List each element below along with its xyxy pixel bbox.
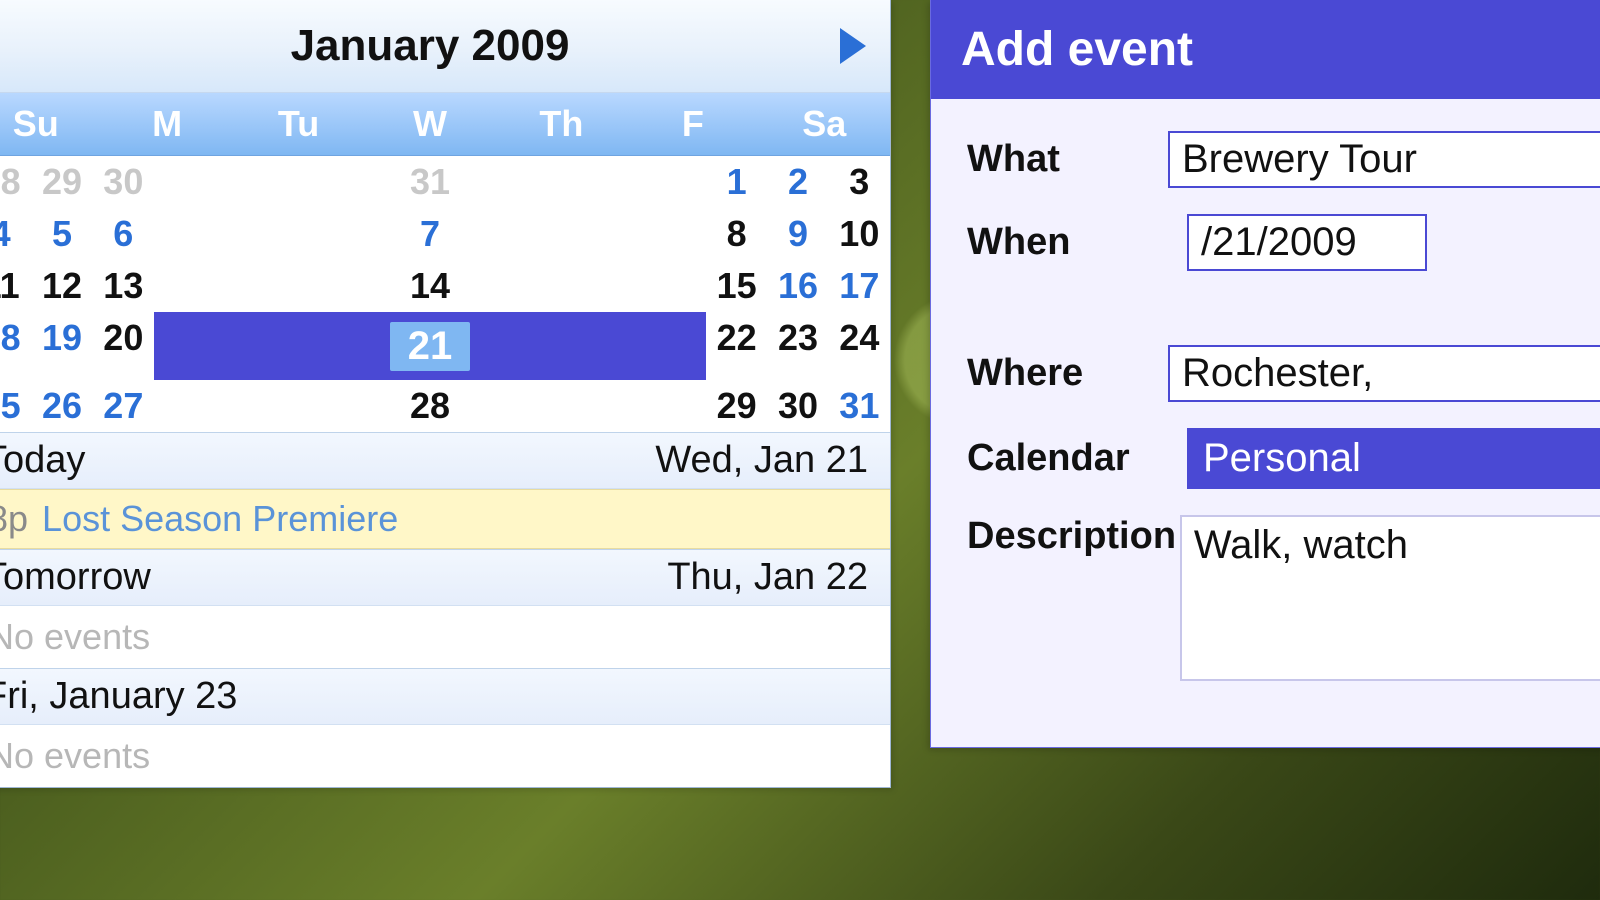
- description-label: Description: [967, 515, 1180, 558]
- day-cell[interactable]: 6: [93, 208, 154, 260]
- agenda-section-label: Today: [0, 439, 85, 482]
- add-event-form: What When Where Calendar Personal Descri…: [931, 99, 1600, 747]
- when-label: When: [967, 221, 1187, 264]
- day-cell[interactable]: 31: [154, 156, 706, 208]
- day-cell[interactable]: 30: [93, 156, 154, 208]
- day-cell[interactable]: 2: [767, 156, 828, 208]
- agenda-section-date: Thu, Jan 22: [667, 556, 868, 599]
- add-event-heading: Add event: [931, 0, 1600, 99]
- day-cell[interactable]: 31: [829, 380, 890, 432]
- calendar-grid: 2829303112345678910111213141516171819202…: [0, 156, 890, 432]
- day-cell[interactable]: 5: [31, 208, 92, 260]
- day-cell[interactable]: 15: [706, 260, 767, 312]
- day-cell[interactable]: 4: [0, 208, 31, 260]
- next-month-arrow-icon[interactable]: [840, 28, 866, 64]
- agenda-section-label: Tomorrow: [0, 556, 151, 599]
- day-cell[interactable]: 19: [31, 312, 92, 364]
- day-cell[interactable]: 11: [0, 260, 31, 312]
- event-time: 8p: [0, 498, 28, 539]
- weekday-w: W: [364, 103, 495, 145]
- what-input[interactable]: [1168, 131, 1600, 188]
- weekday-m: M: [101, 103, 232, 145]
- weekday-th: Th: [496, 103, 627, 145]
- when-date-input[interactable]: [1187, 214, 1427, 271]
- event-title: Lost Season Premiere: [42, 498, 398, 539]
- day-cell[interactable]: 23: [767, 312, 828, 364]
- day-cell[interactable]: 8: [706, 208, 767, 260]
- agenda-list: TodayWed, Jan 218pLost Season PremiereTo…: [0, 432, 890, 787]
- day-cell[interactable]: 28: [154, 380, 706, 432]
- day-cell[interactable]: 18: [0, 312, 31, 364]
- what-label: What: [967, 138, 1168, 181]
- where-input[interactable]: [1168, 345, 1600, 402]
- day-cell[interactable]: 25: [0, 380, 31, 432]
- day-cell[interactable]: 24: [829, 312, 890, 364]
- agenda-section: Tomorrow Thu, Jan 22 No events: [0, 549, 890, 668]
- day-cell[interactable]: 29: [706, 380, 767, 432]
- day-cell[interactable]: 30: [767, 380, 828, 432]
- agenda-section-header: Today Wed, Jan 21: [0, 433, 890, 489]
- day-cell[interactable]: 12: [31, 260, 92, 312]
- calendar-select[interactable]: Personal: [1187, 428, 1600, 489]
- calendar-title-bar: January 2009: [0, 0, 890, 93]
- where-label: Where: [967, 352, 1168, 395]
- weekday-tu: Tu: [233, 103, 364, 145]
- agenda-section: Today Wed, Jan 21 8p Lost Season Premiere: [0, 432, 890, 549]
- weekday-sa: Sa: [759, 103, 890, 145]
- day-cell[interactable]: 3: [829, 156, 890, 208]
- add-event-panel: Add event What When Where Calendar Perso…: [930, 0, 1600, 748]
- day-cell[interactable]: 7: [154, 208, 706, 260]
- agenda-section-date: Wed, Jan 21: [655, 439, 868, 482]
- calendar-month-title: January 2009: [291, 21, 570, 71]
- weekday-f: F: [627, 103, 758, 145]
- day-cell[interactable]: 28: [0, 156, 31, 208]
- day-cell[interactable]: 29: [31, 156, 92, 208]
- day-cell[interactable]: 16: [767, 260, 828, 312]
- agenda-section-label: Fri, January 23: [0, 675, 237, 718]
- day-cell[interactable]: 20: [93, 312, 154, 364]
- agenda-event[interactable]: 8p Lost Season Premiere: [0, 489, 890, 549]
- description-textarea[interactable]: [1180, 515, 1600, 681]
- weekday-header-row: Su M Tu W Th F Sa: [0, 93, 890, 156]
- calendar-label: Calendar: [967, 437, 1187, 480]
- day-cell[interactable]: 22: [706, 312, 767, 364]
- day-cell[interactable]: 9: [767, 208, 828, 260]
- mini-calendar-panel: January 2009 Su M Tu W Th F Sa 282930311…: [0, 0, 891, 788]
- no-events-text: No events: [0, 725, 890, 787]
- day-cell[interactable]: 27: [93, 380, 154, 432]
- day-cell[interactable]: 17: [829, 260, 890, 312]
- agenda-section-header: Tomorrow Thu, Jan 22: [0, 550, 890, 606]
- day-cell[interactable]: 13: [93, 260, 154, 312]
- agenda-section: Fri, January 23 No events: [0, 668, 890, 787]
- day-cell[interactable]: 1: [706, 156, 767, 208]
- no-events-text: No events: [0, 606, 890, 668]
- day-cell[interactable]: 14: [154, 260, 706, 312]
- day-cell[interactable]: 10: [829, 208, 890, 260]
- day-cell[interactable]: 21: [154, 312, 706, 380]
- day-cell[interactable]: 26: [31, 380, 92, 432]
- agenda-section-header: Fri, January 23: [0, 669, 890, 725]
- weekday-su: Su: [0, 103, 101, 145]
